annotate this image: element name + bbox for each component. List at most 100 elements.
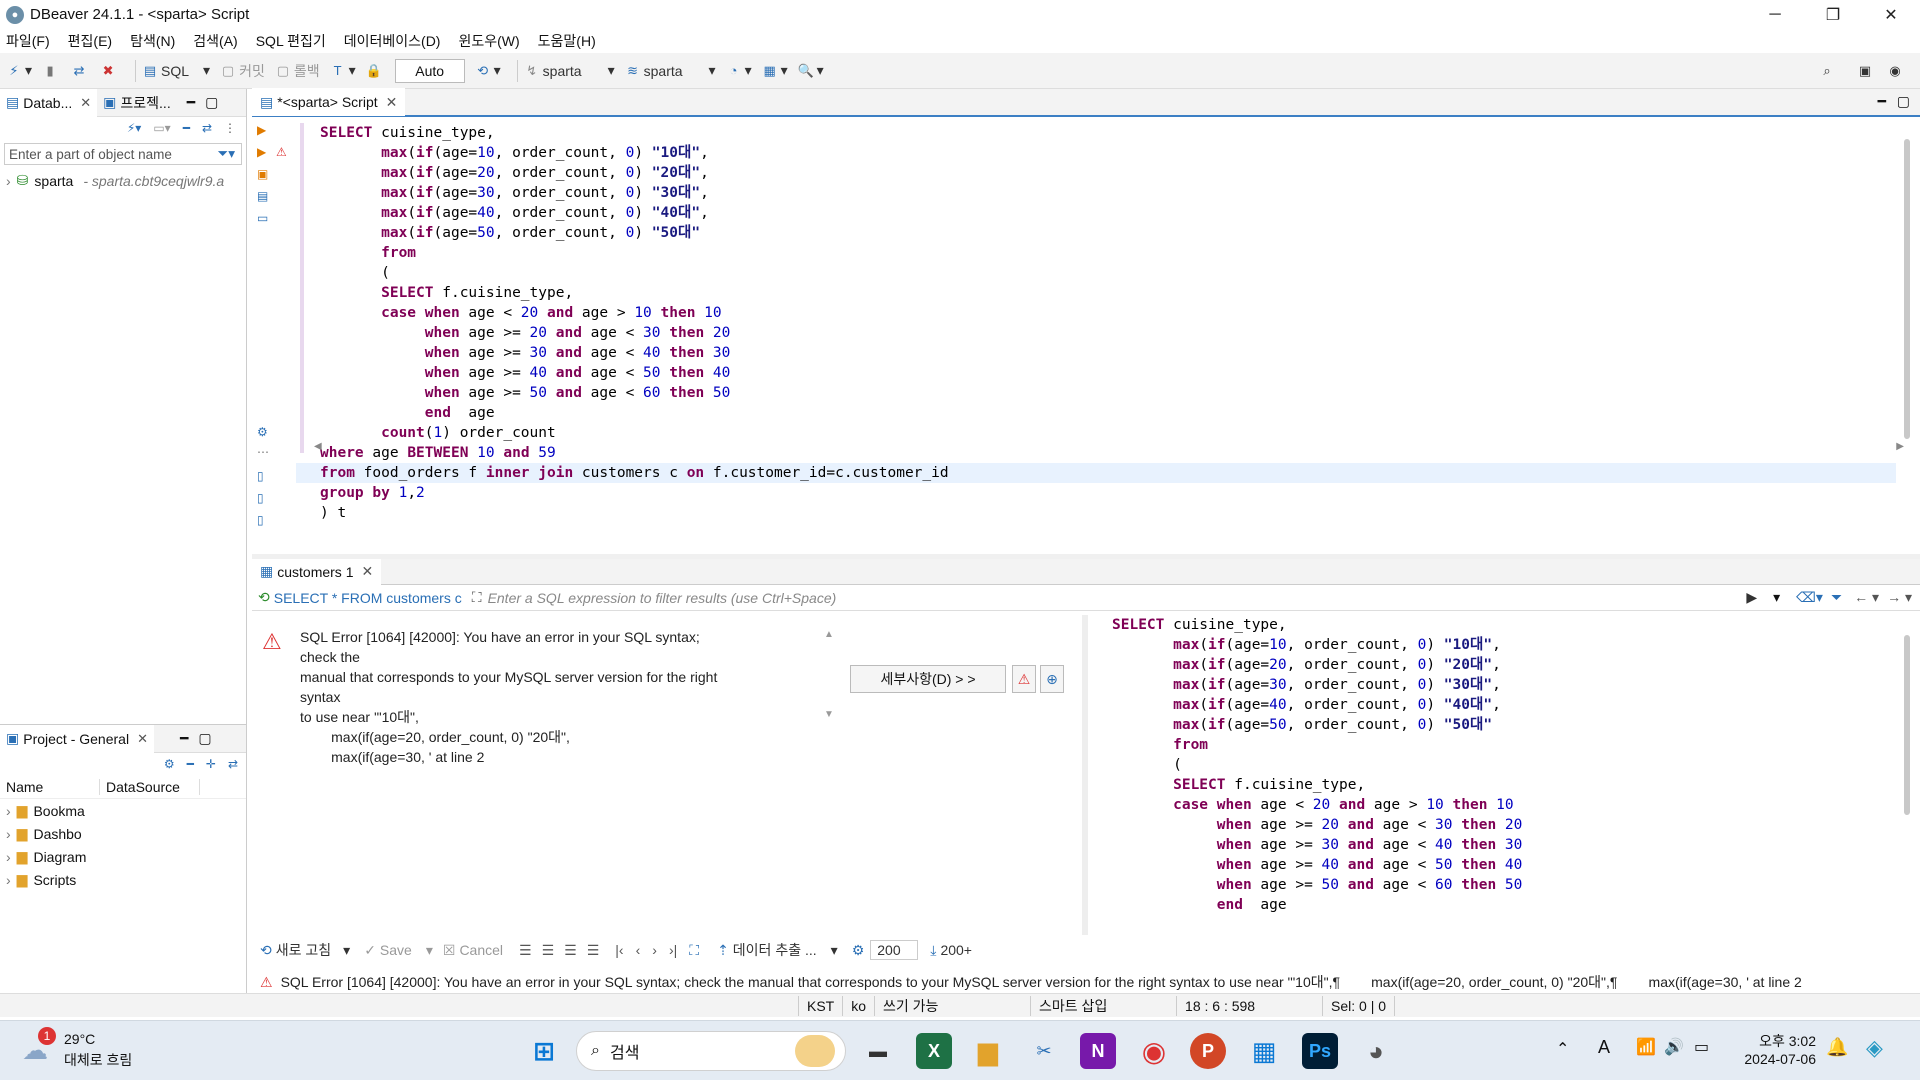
minimize-panel-icon[interactable]: ━ xyxy=(180,730,188,747)
editor-hscrollbar[interactable]: ◀ ▶ xyxy=(314,441,1904,455)
ime-icon[interactable]: A xyxy=(1598,1037,1610,1058)
next-page-icon[interactable]: › xyxy=(652,942,657,958)
menu-file[interactable]: 파일(F) xyxy=(6,31,50,51)
view-menu-icon[interactable]: ⋮ xyxy=(224,121,236,135)
first-page-icon[interactable]: |‹ xyxy=(615,942,623,958)
chevron-right-icon[interactable]: › xyxy=(6,173,11,189)
excel-icon[interactable]: X xyxy=(916,1033,952,1069)
tools-button[interactable]: ▦ ▾ xyxy=(762,62,787,79)
execute-script-icon[interactable]: ▶ xyxy=(257,145,266,159)
erase-filter-icon[interactable]: ⌫▾ xyxy=(1796,589,1823,606)
menu-navigate[interactable]: 탐색(N) xyxy=(130,31,175,51)
clock-date[interactable]: 2024-07-06 xyxy=(1736,1051,1816,1067)
new-connection-icon[interactable]: ⚡▾ xyxy=(127,121,141,135)
maximize-panel-icon[interactable]: ▢ xyxy=(198,730,211,747)
chrome-icon[interactable]: ◉ xyxy=(1136,1033,1172,1069)
close-button[interactable]: ✕ xyxy=(1862,0,1920,29)
more-icon[interactable]: ⋯ xyxy=(257,445,269,459)
minimize-editor-icon[interactable]: ━ xyxy=(1878,93,1886,110)
onenote-icon[interactable]: N xyxy=(1080,1033,1116,1069)
chevron-down-icon[interactable]: ▾ xyxy=(1773,589,1780,606)
minimize-panel-icon[interactable]: ━ xyxy=(187,94,195,111)
global-search-button[interactable]: ⌕ xyxy=(1819,63,1838,79)
error-scroll-down[interactable]: ▼ xyxy=(824,709,834,720)
schema-selector[interactable]: ≋ sparta ▾ xyxy=(625,62,715,79)
close-icon[interactable]: ✕ xyxy=(361,563,373,580)
project-item-diagrams[interactable]: › ▆ Diagram xyxy=(0,845,246,868)
forward-icon[interactable]: → ▾ xyxy=(1887,589,1912,606)
fetch-all-icon[interactable]: ⛶ xyxy=(689,942,699,959)
vertical-splitter[interactable] xyxy=(1082,615,1088,935)
dbeaver-taskbar-icon[interactable]: ◕ xyxy=(1358,1033,1394,1069)
collapse-all-icon[interactable]: ━ xyxy=(187,757,194,771)
chevron-up-icon[interactable]: ⌃ xyxy=(1556,1039,1569,1059)
cancel-button[interactable]: Cancel xyxy=(459,942,503,958)
link-editor-icon[interactable]: ⇄ xyxy=(228,757,238,771)
chevron-down-icon[interactable]: ▾ xyxy=(343,942,350,959)
refresh-button[interactable]: 새로 고침 xyxy=(276,940,331,960)
terminal-icon[interactable]: ▭ xyxy=(257,211,268,225)
reconnect-button[interactable]: ⇄ xyxy=(71,63,90,79)
clock-time[interactable]: 오후 3:02 xyxy=(1736,1031,1816,1051)
details-button[interactable]: 세부사항(D) > > xyxy=(850,665,1006,693)
collapse-all-icon[interactable]: ━ xyxy=(183,121,190,135)
new-connection-button[interactable]: ⚡ ▾ xyxy=(6,62,32,79)
windows-start-icon[interactable]: ⊞ xyxy=(526,1033,562,1069)
lock-button[interactable]: 🔒 xyxy=(366,63,385,79)
filter-icon[interactable]: ⏷▾ xyxy=(217,146,235,162)
chevron-down-icon[interactable]: ▾ xyxy=(831,942,838,959)
volume-icon[interactable]: 🔊 xyxy=(1664,1037,1684,1057)
prev-page-icon[interactable]: ‹ xyxy=(636,942,641,958)
copilot-icon[interactable]: ◈ xyxy=(1866,1035,1883,1061)
menu-window[interactable]: 윈도우(W) xyxy=(458,31,519,51)
menu-help[interactable]: 도움말(H) xyxy=(538,31,596,51)
wifi-icon[interactable]: 📶 xyxy=(1636,1037,1656,1057)
link-editor-icon[interactable]: ⇄ xyxy=(202,121,212,135)
menu-sql-editor[interactable]: SQL 편집기 xyxy=(256,31,326,51)
gear-icon[interactable]: ⚙ xyxy=(257,425,268,439)
execute-new-tab-icon[interactable]: ▣ xyxy=(257,167,268,181)
powerpoint-icon[interactable]: P xyxy=(1190,1033,1226,1069)
tab-projects[interactable]: ▣ 프로젝... xyxy=(97,89,177,117)
error-scroll-up[interactable]: ▲ xyxy=(824,629,834,640)
expand-filter-icon[interactable]: ⛶ xyxy=(472,589,482,606)
taskbar-search[interactable]: ⌕ 검색 xyxy=(576,1031,846,1071)
calendar-icon[interactable]: ▦ xyxy=(1246,1033,1282,1069)
datasource-selector[interactable]: ↯ sparta ▾ xyxy=(524,62,614,79)
query-preview[interactable]: SELECT * FROM customers c xyxy=(274,590,462,606)
expand-icon[interactable]: ✛ xyxy=(206,757,216,771)
chevron-right-icon[interactable]: › xyxy=(6,872,11,888)
close-icon[interactable]: ✕ xyxy=(137,731,148,747)
explain-plan-icon[interactable]: ▤ xyxy=(257,189,268,203)
transaction-mode-button[interactable]: T ▾ xyxy=(330,62,356,79)
edit-row-icon[interactable]: ☰ xyxy=(519,942,532,959)
connect-button[interactable]: ▮ xyxy=(42,63,61,79)
column-name[interactable]: Name xyxy=(0,778,100,795)
error-log-button[interactable]: ⚠ xyxy=(1012,665,1036,693)
export-icon[interactable]: ▯ xyxy=(257,513,264,527)
back-icon[interactable]: ← ▾ xyxy=(1854,589,1879,606)
project-item-dashboards[interactable]: › ▆ Dashbo xyxy=(0,822,246,845)
apply-filter-icon[interactable]: ▶ xyxy=(1746,589,1757,606)
menu-database[interactable]: 데이터베이스(D) xyxy=(344,31,441,51)
query-scrollbar[interactable] xyxy=(1904,635,1910,815)
sql-editor-button[interactable]: ▤ SQL ▾ xyxy=(142,62,210,79)
menu-search[interactable]: 검색(A) xyxy=(193,31,237,51)
project-item-bookmarks[interactable]: › ▆ Bookma xyxy=(0,799,246,822)
fetch-size-input[interactable]: 200 xyxy=(870,940,919,960)
save-button[interactable]: Save xyxy=(380,942,412,958)
photoshop-icon[interactable]: Ps xyxy=(1302,1033,1338,1069)
disconnect-button[interactable]: ✖ xyxy=(100,63,119,79)
add-row-icon[interactable]: ☰ xyxy=(542,942,555,959)
object-search-input[interactable]: Enter a part of object name ⏷▾ xyxy=(4,143,242,165)
maximize-panel-icon[interactable]: ▢ xyxy=(205,94,218,111)
row-count-button[interactable]: 200+ xyxy=(940,942,972,958)
chevron-right-icon[interactable]: › xyxy=(6,826,11,842)
open-file-icon[interactable]: ▯ xyxy=(257,469,264,483)
editor-scrollbar[interactable] xyxy=(1904,139,1910,439)
last-page-icon[interactable]: ›| xyxy=(669,942,677,958)
column-datasource[interactable]: DataSource xyxy=(100,778,200,795)
tab-sparta-script[interactable]: ▤ *<sparta> Script ✕ xyxy=(252,88,406,116)
filter-input[interactable]: Enter a SQL expression to filter results… xyxy=(488,590,1747,606)
copy-row-icon[interactable]: ☰ xyxy=(564,942,577,959)
